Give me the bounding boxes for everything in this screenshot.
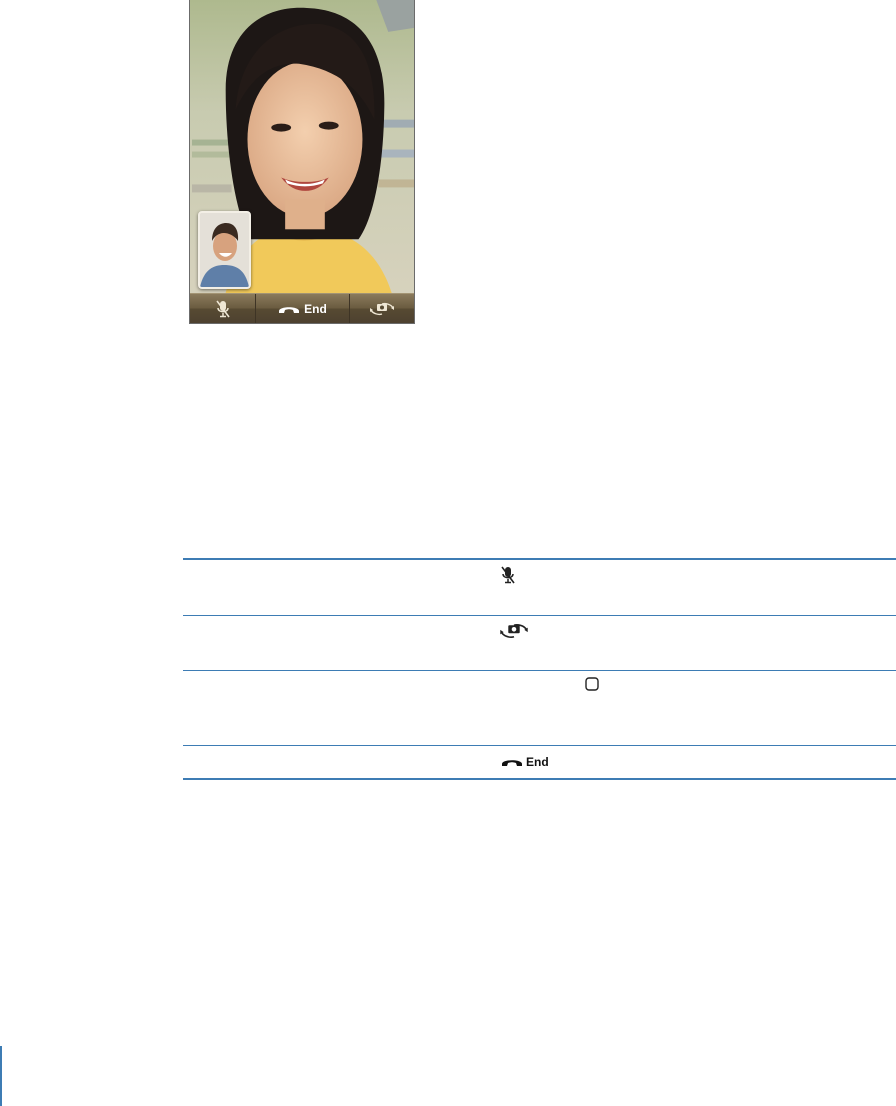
end-call-inline: End xyxy=(501,755,549,769)
camera-switch-icon xyxy=(500,624,528,638)
table-row-icon xyxy=(498,623,530,644)
table-row xyxy=(183,560,896,616)
mute-microphone-icon xyxy=(215,300,230,317)
switch-camera-button[interactable] xyxy=(350,294,414,323)
camera-switch-icon xyxy=(370,302,394,315)
self-view-video xyxy=(200,213,249,287)
mute-microphone-icon xyxy=(501,566,515,584)
table-row xyxy=(183,671,896,746)
end-call-button[interactable]: End xyxy=(256,294,350,323)
table-row-icon xyxy=(585,677,599,696)
table-row: End xyxy=(183,746,896,780)
mute-button[interactable] xyxy=(190,294,256,323)
self-view-thumbnail[interactable] xyxy=(198,211,251,289)
home-button-icon xyxy=(585,677,599,691)
page-margin-rule xyxy=(0,1046,2,1106)
facetime-call-screenshot: End xyxy=(189,0,415,324)
end-call-label: End xyxy=(304,301,327,316)
end-call-label: End xyxy=(526,755,549,769)
phone-handset-icon xyxy=(502,760,522,766)
table-row-icon xyxy=(501,566,515,589)
call-controls-table: End xyxy=(183,558,896,780)
table-row xyxy=(183,616,896,671)
phone-handset-icon xyxy=(279,306,300,313)
call-control-bar: End xyxy=(190,293,414,323)
